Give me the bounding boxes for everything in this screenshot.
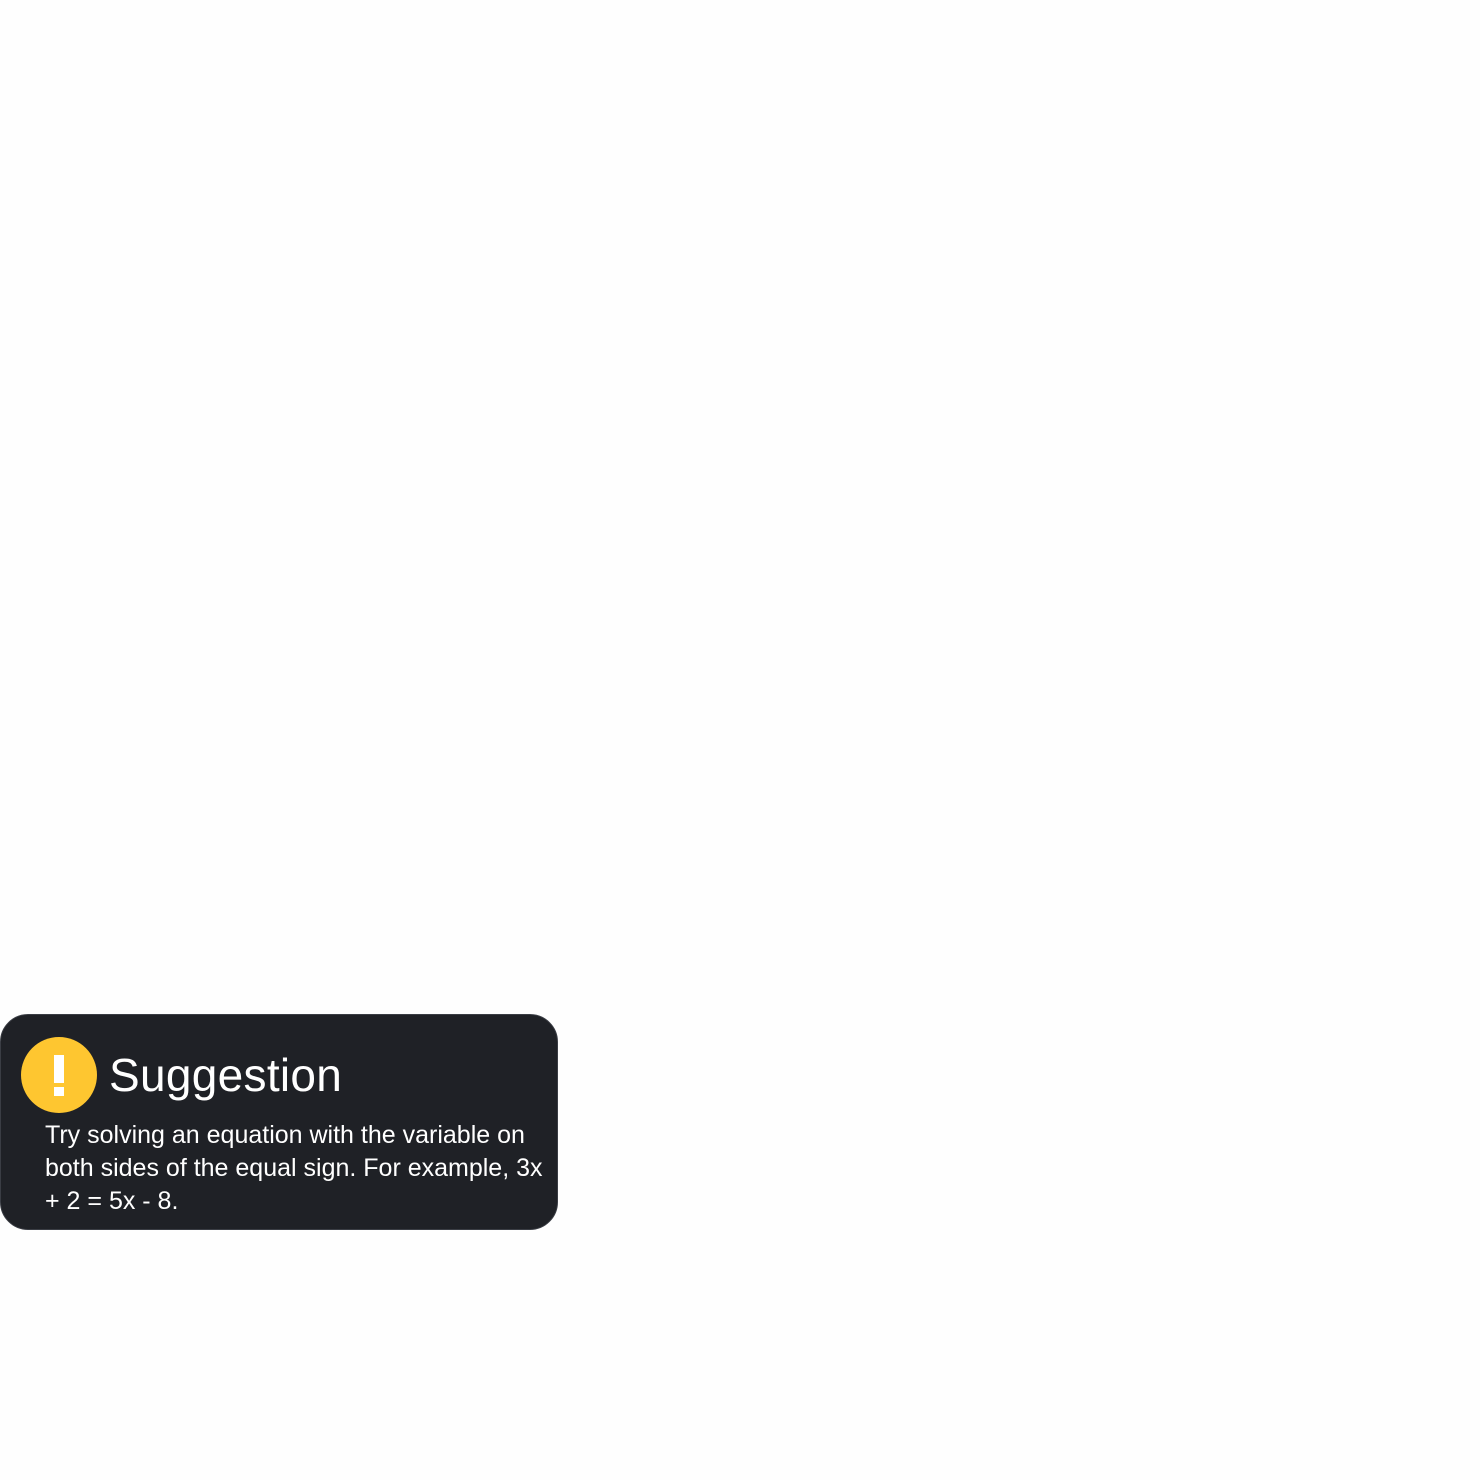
suggestion-text: Try solving an equation with the variabl… [45, 1121, 543, 1215]
suggestion-header: Suggestion [21, 1037, 342, 1113]
suggestion-title: Suggestion [109, 1049, 343, 1101]
page: Suggestion Try solving an equation with … [0, 0, 1480, 1480]
exclamation-icon [21, 1037, 97, 1113]
suggestion-card: Suggestion Try solving an equation with … [0, 1014, 558, 1230]
